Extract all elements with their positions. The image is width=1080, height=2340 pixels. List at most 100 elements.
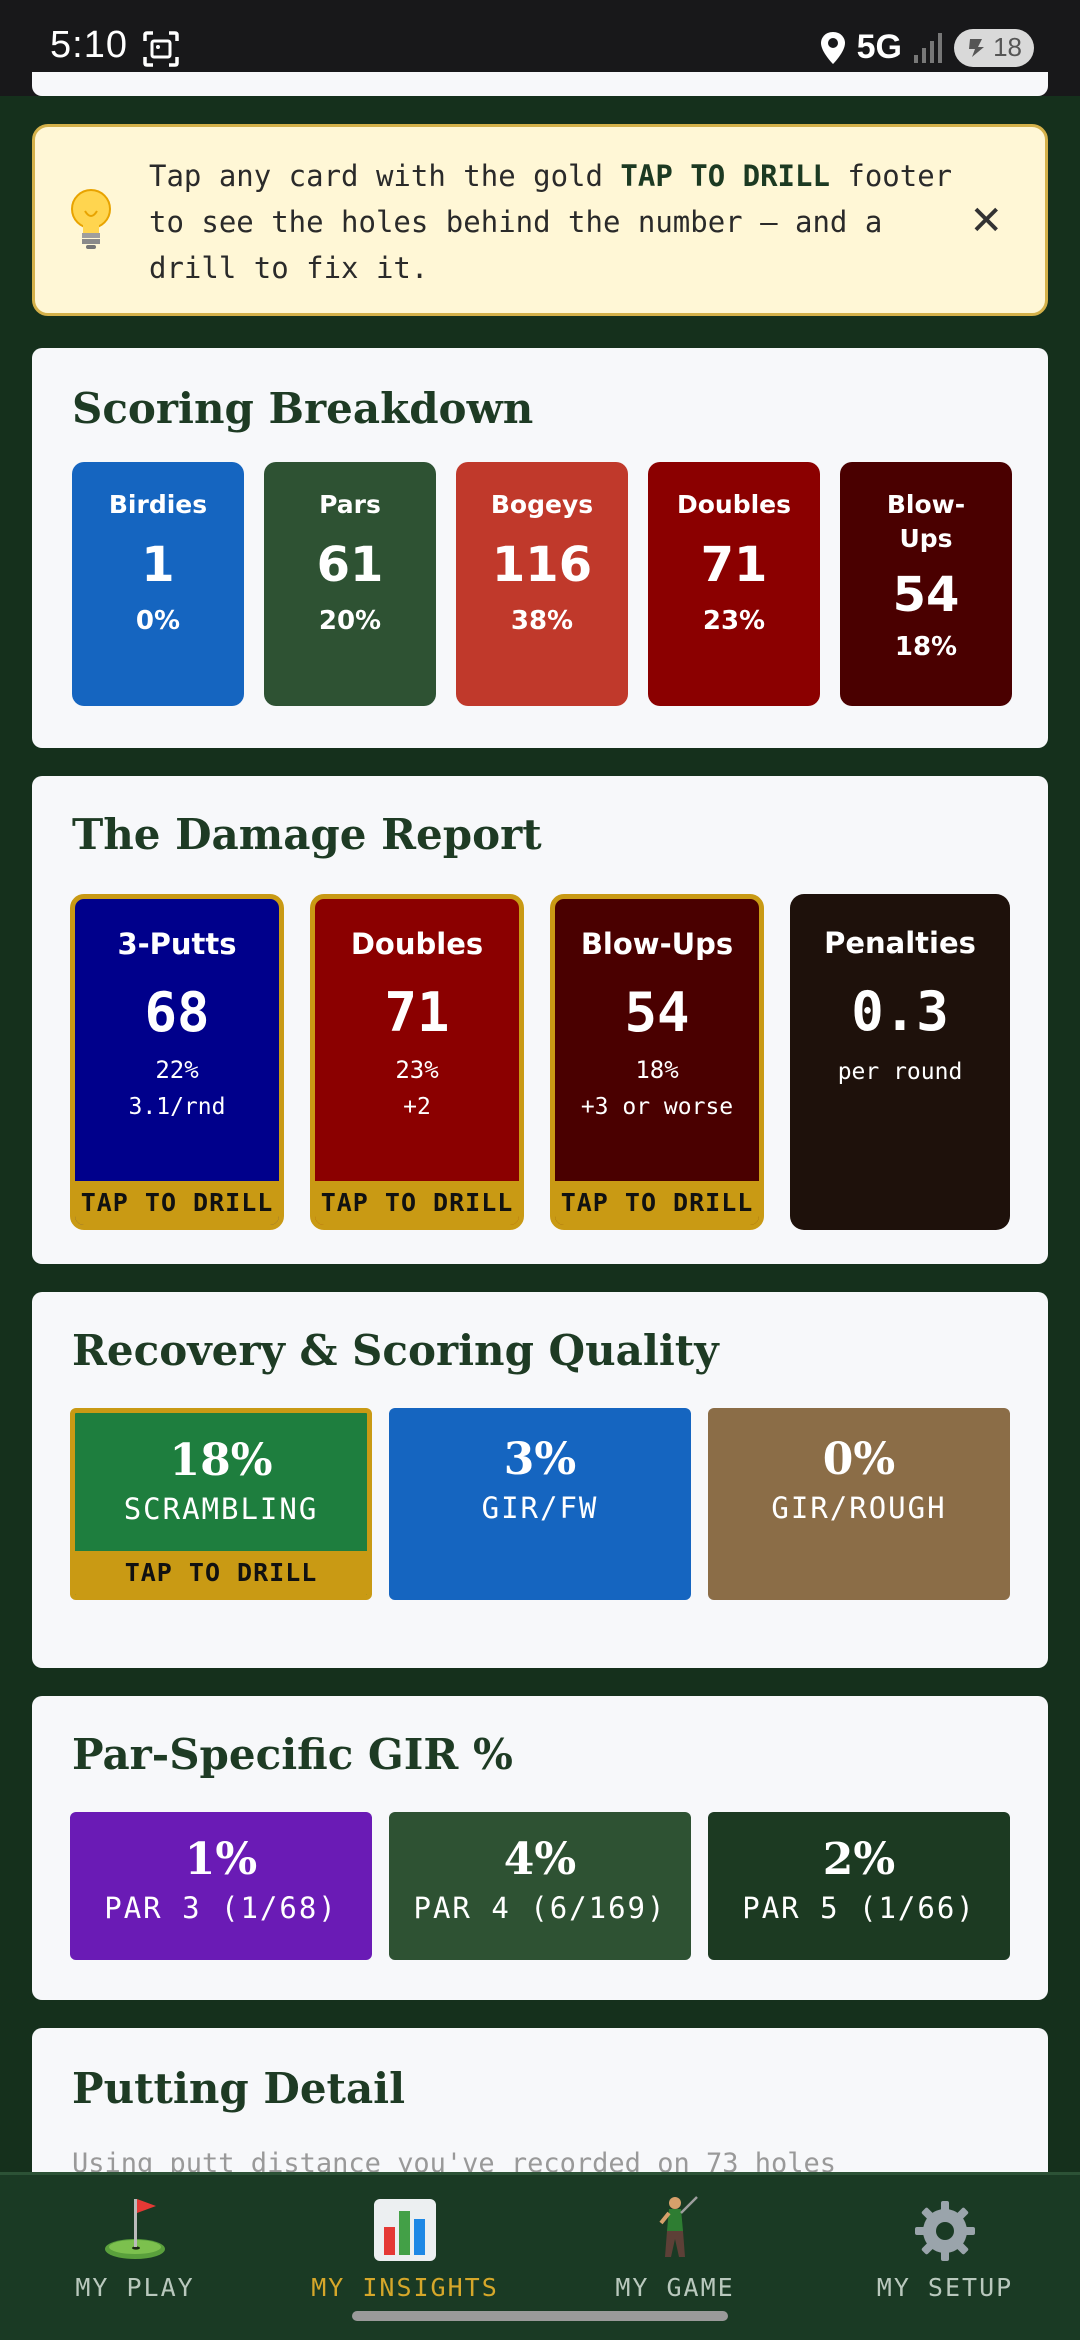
tile-value: 18% — [169, 1435, 273, 1486]
tile-value: 2% — [822, 1834, 896, 1885]
par4-gir-tile: 4% PAR 4 (6/169) — [389, 1812, 691, 1960]
lightbulb-icon — [67, 187, 115, 255]
tip-text-before: Tap any card with the gold — [149, 159, 621, 193]
nav-my-setup[interactable]: MY SETUP — [810, 2193, 1080, 2302]
tile-label: Doubles — [350, 927, 484, 961]
network-type: 5G — [856, 28, 902, 66]
nav-my-play[interactable]: MY PLAY — [0, 2193, 270, 2302]
tile-percent: 22% — [155, 1056, 199, 1084]
tile-value: 3% — [503, 1434, 577, 1485]
tile-label: PAR 5 (1/66) — [742, 1891, 976, 1925]
tile-label: Blow-Ups — [886, 490, 966, 553]
tip-text: Tap any card with the gold TAP TO DRILL … — [149, 153, 969, 291]
nav-label: MY PLAY — [75, 2273, 195, 2302]
tile-label: PAR 3 (1/68) — [104, 1891, 338, 1925]
tile-label: Bogeys — [490, 490, 594, 519]
par-gir-title: Par-Specific GIR % — [72, 1730, 513, 1779]
three-putts-tile[interactable]: 3-Putts 68 22% 3.1/rnd TAP TO DRILL — [70, 894, 284, 1230]
nav-my-insights[interactable]: MY INSIGHTS — [270, 2193, 540, 2302]
bogeys-tile: Bogeys 116 38% — [456, 462, 628, 706]
tile-label: SCRAMBLING — [123, 1492, 319, 1526]
recovery-quality-card: Recovery & Scoring Quality 18% SCRAMBLIN… — [32, 1292, 1048, 1668]
nav-label: MY GAME — [615, 2273, 735, 2302]
tip-highlight: TAP TO DRILL — [620, 159, 830, 193]
putting-detail-card: Putting Detail Using putt distance you'v… — [32, 2028, 1048, 2188]
nav-label: MY INSIGHTS — [311, 2273, 499, 2302]
tile-value: 71 — [384, 981, 450, 1044]
par3-gir-tile: 1% PAR 3 (1/68) — [70, 1812, 372, 1960]
tip-banner[interactable]: Tap any card with the gold TAP TO DRILL … — [32, 124, 1048, 316]
tile-label: Penalties — [824, 926, 976, 960]
location-icon — [820, 31, 845, 64]
tile-label: PAR 4 (6/169) — [413, 1891, 667, 1925]
tile-sub: +3 or worse — [580, 1094, 734, 1120]
tile-percent: 20% — [318, 606, 382, 636]
tile-label: 3-Putts — [117, 927, 237, 961]
penalties-tile: Penalties 0.3 per round — [790, 894, 1010, 1230]
bar-chart-icon — [270, 2193, 540, 2263]
tile-sub: 3.1/rnd — [128, 1094, 226, 1120]
tile-value: 4% — [503, 1834, 577, 1885]
tile-label: Birdies — [108, 490, 208, 519]
close-icon[interactable]: ✕ — [969, 201, 1003, 241]
tile-sub: per round — [837, 1059, 963, 1085]
scrambling-tile[interactable]: 18% SCRAMBLING TAP TO DRILL — [70, 1408, 372, 1600]
doubles-tile: Doubles 71 23% — [648, 462, 820, 706]
damage-report-title: The Damage Report — [72, 810, 542, 859]
tile-value: 54 — [892, 567, 960, 623]
tile-percent: 23% — [702, 606, 766, 636]
tile-value: 0.3 — [851, 980, 949, 1043]
tile-label: Pars — [319, 490, 381, 519]
nav-label: MY SETUP — [876, 2273, 1014, 2302]
tap-to-drill-footer[interactable]: TAP TO DRILL — [75, 1181, 279, 1225]
tile-sub: +2 — [403, 1094, 431, 1120]
tile-value: 61 — [316, 537, 384, 593]
tile-percent: 18% — [894, 632, 958, 662]
gir-rough-tile: 0% GIR/ROUGH — [708, 1408, 1010, 1600]
signal-icon — [914, 32, 942, 63]
tile-percent: 23% — [395, 1056, 439, 1084]
tile-percent: 0% — [135, 606, 181, 636]
par-gir-card: Par-Specific GIR % 1% PAR 3 (1/68) 4% PA… — [32, 1696, 1048, 2000]
tile-value: 1 — [141, 537, 175, 593]
tile-label: GIR/ROUGH — [771, 1491, 947, 1525]
par5-gir-tile: 2% PAR 5 (1/66) — [708, 1812, 1010, 1960]
scoring-breakdown-card: Scoring Breakdown Birdies 1 0% Pars 61 2… — [32, 348, 1048, 748]
putting-detail-title: Putting Detail — [72, 2064, 406, 2113]
tile-value: 0% — [822, 1434, 896, 1485]
charging-icon — [969, 38, 984, 57]
recovery-quality-title: Recovery & Scoring Quality — [72, 1326, 719, 1375]
tile-percent: 18% — [635, 1056, 679, 1084]
gir-fairway-tile: 3% GIR/FW — [389, 1408, 691, 1600]
tap-to-drill-footer[interactable]: TAP TO DRILL — [75, 1551, 367, 1595]
golf-flag-icon — [0, 2193, 270, 2263]
screenshot-icon — [142, 30, 180, 72]
gear-icon — [810, 2193, 1080, 2263]
tile-label: Doubles — [676, 490, 792, 519]
scoring-breakdown-title: Scoring Breakdown — [72, 384, 534, 433]
damage-report-card: The Damage Report 3-Putts 68 22% 3.1/rnd… — [32, 776, 1048, 1264]
tile-label: GIR/FW — [481, 1491, 599, 1525]
birdies-tile: Birdies 1 0% — [72, 462, 244, 706]
tile-value: 71 — [700, 537, 768, 593]
tile-value: 68 — [144, 981, 210, 1044]
blow-ups-tile: Blow-Ups 54 18% — [840, 462, 1012, 706]
battery-level: 18 — [993, 32, 1022, 62]
tile-label: Blow-Ups — [580, 927, 734, 961]
golfer-icon — [540, 2193, 810, 2263]
nav-my-game[interactable]: MY GAME — [540, 2193, 810, 2302]
battery-indicator: 18 — [954, 28, 1034, 67]
blow-ups-drill-tile[interactable]: Blow-Ups 54 18% +3 or worse TAP TO DRILL — [550, 894, 764, 1230]
tap-to-drill-footer[interactable]: TAP TO DRILL — [555, 1181, 759, 1225]
tile-value: 116 — [491, 537, 593, 593]
tile-value: 54 — [624, 981, 690, 1044]
status-time: 5:10 — [50, 24, 128, 66]
tile-percent: 38% — [510, 606, 574, 636]
doubles-drill-tile[interactable]: Doubles 71 23% +2 TAP TO DRILL — [310, 894, 524, 1230]
previous-card-edge — [32, 72, 1048, 96]
pars-tile: Pars 61 20% — [264, 462, 436, 706]
home-indicator[interactable] — [352, 2311, 728, 2321]
tile-value: 1% — [184, 1834, 258, 1885]
tap-to-drill-footer[interactable]: TAP TO DRILL — [315, 1181, 519, 1225]
status-right-group: 5G 18 — [819, 28, 1034, 67]
